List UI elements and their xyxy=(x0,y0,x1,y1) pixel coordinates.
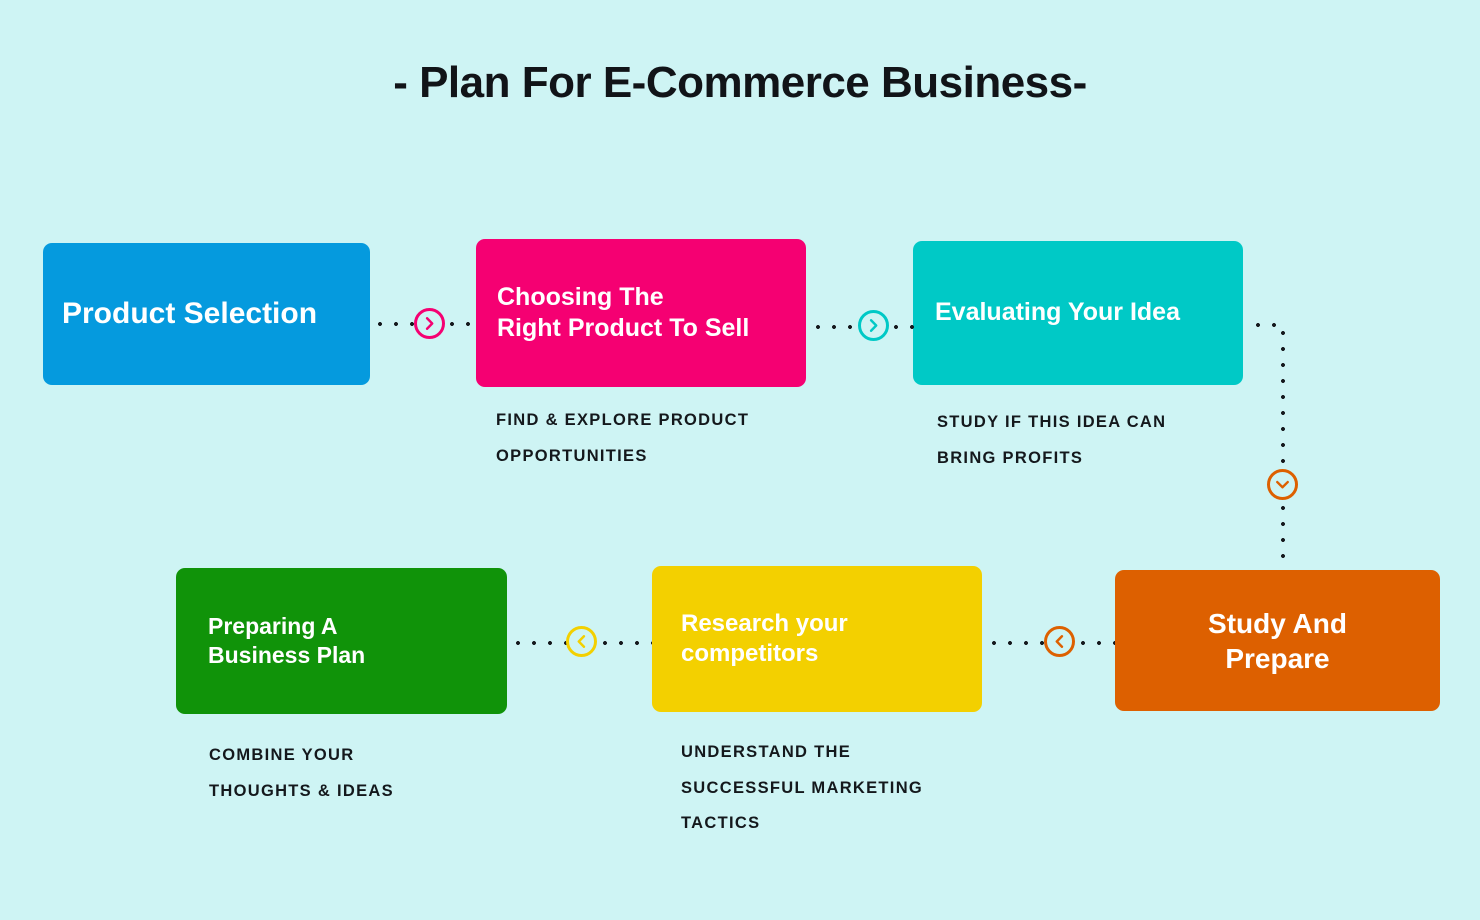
step-card-study-and-prepare[interactable]: Study And Prepare xyxy=(1115,570,1440,711)
chevron-right-icon[interactable] xyxy=(414,308,445,339)
step-label: Product Selection xyxy=(62,297,318,331)
chevron-left-icon[interactable] xyxy=(1044,626,1075,657)
connector-line-pink-to-teal xyxy=(810,325,860,329)
connector-line-orange-to-yellow xyxy=(1075,641,1115,645)
step-caption-research-your-competitors: UNDERSTAND THE SUCCESSFUL MARKETING TACT… xyxy=(681,743,924,833)
step-label: Evaluating Your Idea xyxy=(935,298,1180,327)
step-label: Research your competitors xyxy=(681,610,848,667)
step-caption-preparing-business-plan: COMBINE YOUR THOUGHTS & IDEAS xyxy=(209,746,394,800)
connector-line-teal-to-orange xyxy=(1281,500,1285,570)
page-title: - Plan For E-Commerce Business- xyxy=(393,58,1087,107)
step-caption-evaluating-your-idea: STUDY IF THIS IDEA CAN BRING PROFITS xyxy=(937,413,1167,467)
connector-line-yellow-to-green xyxy=(597,641,652,645)
connector-line-teal-to-orange xyxy=(1281,325,1285,471)
connector-line-blue-to-pink xyxy=(444,322,476,326)
diagram-canvas: - Plan For E-Commerce Business- Product … xyxy=(0,0,1480,920)
connector-line-blue-to-pink xyxy=(372,322,416,326)
step-card-product-selection[interactable]: Product Selection xyxy=(43,243,370,385)
connector-line-pink-to-teal xyxy=(888,325,914,329)
connector-line-orange-to-yellow xyxy=(986,641,1044,645)
step-label: Choosing The Right Product To Sell xyxy=(497,282,750,342)
step-card-evaluating-your-idea[interactable]: Evaluating Your Idea xyxy=(913,241,1243,385)
step-card-research-your-competitors[interactable]: Research your competitors xyxy=(652,566,982,712)
step-card-choosing-right-product[interactable]: Choosing The Right Product To Sell xyxy=(476,239,806,387)
chevron-left-icon[interactable] xyxy=(566,626,597,657)
step-card-preparing-business-plan[interactable]: Preparing A Business Plan xyxy=(176,568,507,714)
chevron-right-icon[interactable] xyxy=(858,310,889,341)
step-label: Preparing A Business Plan xyxy=(208,613,366,668)
step-label: Study And Prepare xyxy=(1208,607,1347,674)
connector-line-yellow-to-green xyxy=(510,641,567,645)
step-caption-choosing-right-product: FIND & EXPLORE PRODUCT OPPORTUNITIES xyxy=(496,411,750,465)
chevron-down-icon[interactable] xyxy=(1267,469,1298,500)
